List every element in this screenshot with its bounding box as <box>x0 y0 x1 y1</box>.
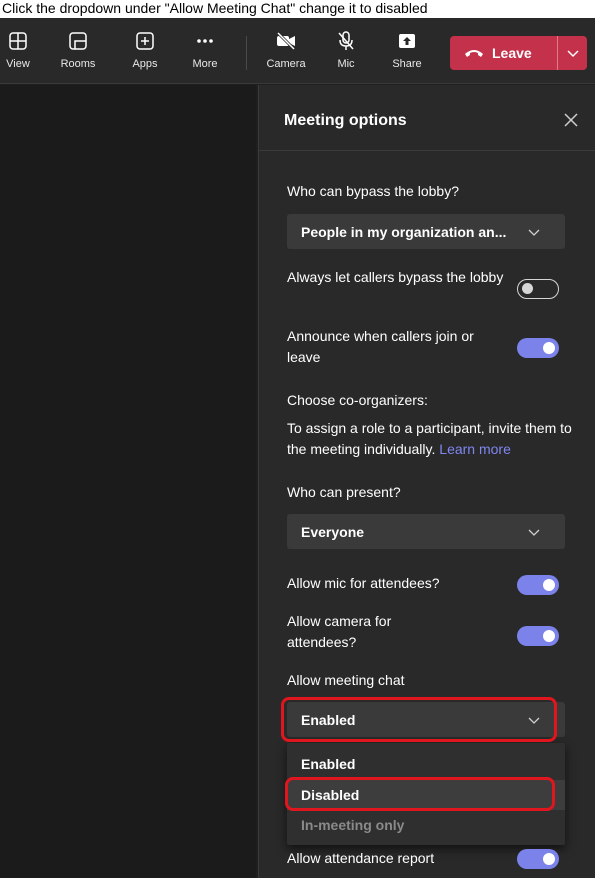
meeting-chat-value: Enabled <box>301 711 356 728</box>
mic-label: Mic <box>337 58 355 70</box>
camera-label: Camera <box>266 58 306 70</box>
meeting-chat-options-menu: Enabled Disabled In-meeting only <box>287 743 565 845</box>
coorganizers-label: Choose co-organizers: <box>287 392 428 408</box>
share-button[interactable]: Share <box>383 30 431 78</box>
view-grid-icon <box>9 32 27 50</box>
rooms-label: Rooms <box>60 58 96 70</box>
apps-label: Apps <box>132 58 158 70</box>
meeting-options-panel: Meeting options Who can bypass the lobby… <box>258 85 595 878</box>
learn-more-link[interactable]: Learn more <box>439 441 511 457</box>
attendance-report-toggle[interactable] <box>517 849 559 869</box>
phone-hangup-icon <box>465 50 483 57</box>
mic-attendees-label: Allow mic for attendees? <box>287 575 440 591</box>
assign-role-text: To assign a role to a participant, invit… <box>287 418 587 460</box>
instruction-text: Click the dropdown under "Allow Meeting … <box>0 0 595 18</box>
meeting-chat-label: Allow meeting chat <box>287 672 405 688</box>
rooms-button[interactable]: Rooms <box>54 30 102 78</box>
mic-off-icon <box>338 31 354 50</box>
panel-header: Meeting options <box>259 85 595 151</box>
meeting-toolbar: View Rooms Apps More Camera Mic Share Le… <box>0 18 595 84</box>
option-in-meeting-only[interactable]: In-meeting only <box>287 810 565 840</box>
leave-label: Leave <box>492 45 532 61</box>
leave-button-group: Leave <box>450 36 587 70</box>
panel-title: Meeting options <box>284 112 407 129</box>
mic-attendees-toggle[interactable] <box>517 575 559 595</box>
apps-button[interactable]: Apps <box>121 30 169 78</box>
more-dots-icon <box>197 39 213 43</box>
view-button[interactable]: View <box>0 30 42 78</box>
camera-button[interactable]: Camera <box>262 30 310 78</box>
teams-meeting-window: View Rooms Apps More Camera Mic Share Le… <box>0 18 595 878</box>
option-enabled[interactable]: Enabled <box>287 749 565 779</box>
view-label: View <box>6 58 30 70</box>
leave-options-button[interactable] <box>558 36 587 70</box>
leave-button[interactable]: Leave <box>450 36 557 70</box>
chevron-down-icon <box>528 529 540 536</box>
camera-attendees-toggle[interactable] <box>517 626 559 646</box>
lobby-dropdown[interactable]: People in my organization an... <box>287 214 565 249</box>
mic-button[interactable]: Mic <box>322 30 370 78</box>
lobby-label: Who can bypass the lobby? <box>287 183 459 199</box>
lobby-value: People in my organization an... <box>301 223 507 240</box>
chevron-down-icon <box>566 50 579 58</box>
meeting-stage <box>0 85 256 878</box>
callers-bypass-label: Always let callers bypass the lobby <box>287 269 504 285</box>
callers-bypass-toggle[interactable] <box>517 279 559 299</box>
rooms-icon <box>69 32 87 50</box>
meeting-chat-dropdown[interactable]: Enabled <box>287 702 565 737</box>
share-label: Share <box>392 58 422 70</box>
chevron-down-icon <box>528 717 540 724</box>
present-label: Who can present? <box>287 484 401 500</box>
assign-role-description: To assign a role to a participant, invit… <box>287 420 572 457</box>
present-dropdown[interactable]: Everyone <box>287 514 565 549</box>
close-icon[interactable] <box>562 111 580 129</box>
option-disabled[interactable]: Disabled <box>287 780 565 810</box>
more-button[interactable]: More <box>181 30 229 78</box>
attendance-report-label: Allow attendance report <box>287 850 435 866</box>
more-label: More <box>192 58 218 70</box>
camera-off-icon <box>276 31 296 51</box>
share-screen-icon <box>399 34 415 48</box>
announce-label: Announce when callers join or leave <box>287 328 474 365</box>
present-value: Everyone <box>301 523 365 540</box>
announce-toggle[interactable] <box>517 338 559 358</box>
add-apps-icon <box>136 32 154 50</box>
camera-attendees-label: Allow camera for attendees? <box>287 613 392 650</box>
toolbar-divider <box>246 36 247 70</box>
chevron-down-icon <box>528 229 540 236</box>
